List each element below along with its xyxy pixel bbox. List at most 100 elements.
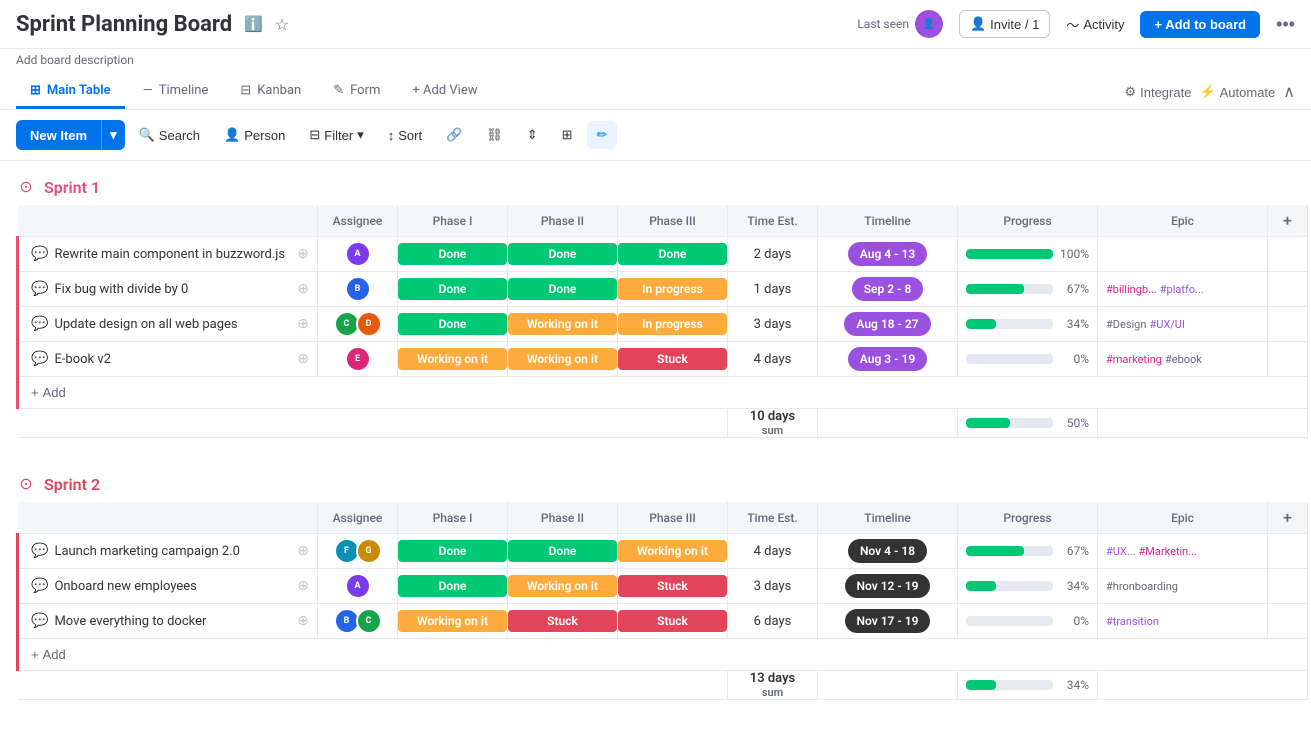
star-icon[interactable]: ☆ — [275, 15, 289, 34]
phase1-cell[interactable]: Done — [398, 569, 508, 604]
row-add-icon[interactable]: ⊕ — [297, 281, 309, 297]
row-comment-icon[interactable]: 💬 — [31, 316, 48, 332]
timeline-cell[interactable]: Nov 4 - 18 — [818, 534, 958, 569]
row-add-col[interactable] — [1268, 342, 1308, 377]
phase3-cell[interactable]: Stuck — [618, 342, 728, 377]
epic-tag[interactable]: #billingb... — [1106, 283, 1157, 296]
copy-link-button[interactable]: ⛓ — [476, 121, 513, 149]
row-comment-icon[interactable]: 💬 — [31, 246, 48, 262]
timeline-cell[interactable]: Aug 4 - 13 — [818, 237, 958, 272]
new-item-dropdown-arrow[interactable]: ▾ — [101, 120, 125, 150]
row-add-icon[interactable]: ⊕ — [297, 613, 309, 629]
phase1-cell[interactable]: Done — [398, 237, 508, 272]
sort-button[interactable]: ↕ Sort — [378, 122, 432, 149]
person-filter-button[interactable]: 👤 Person — [214, 121, 295, 149]
sprint1-name[interactable]: Sprint 1 — [44, 178, 100, 197]
row-comment-icon[interactable]: 💬 — [31, 281, 48, 297]
assignee-cell: A — [318, 237, 397, 271]
phase3-cell[interactable]: In progress — [618, 272, 728, 307]
progress-bar-fill — [966, 680, 996, 690]
phase2-cell[interactable]: Done — [508, 272, 618, 307]
sprint2-add-button[interactable]: + Add — [31, 647, 66, 662]
epic-tag[interactable]: #marketing — [1106, 353, 1162, 366]
row-add-col[interactable] — [1268, 569, 1308, 604]
epic-tag[interactable]: #platfo... — [1160, 283, 1204, 296]
phase3-cell[interactable]: Stuck — [618, 569, 728, 604]
add-col-header[interactable]: + — [1268, 502, 1308, 534]
timeline-cell[interactable]: Nov 17 - 19 — [818, 604, 958, 639]
tab-add-view[interactable]: + Add View — [398, 75, 491, 109]
apps-button[interactable]: ⊞ — [552, 121, 583, 149]
phase1-cell[interactable]: Working on it — [398, 604, 508, 639]
phase1-cell[interactable]: Done — [398, 534, 508, 569]
collapse-button[interactable]: ∧ — [1283, 82, 1295, 102]
sprint1-add-button[interactable]: + Add — [31, 385, 66, 400]
row-add-icon[interactable]: ⊕ — [297, 351, 309, 367]
phase3-cell[interactable]: In progress — [618, 307, 728, 342]
epic-tag[interactable]: #UX/UI — [1149, 318, 1184, 331]
sprint1-header: ⊙ Sprint 1 — [0, 161, 1311, 205]
board-description[interactable]: Add board description — [0, 49, 1311, 71]
edit-button[interactable]: ✏ — [587, 121, 618, 149]
row-comment-icon[interactable]: 💬 — [31, 613, 48, 629]
row-add-icon[interactable]: ⊕ — [297, 543, 309, 559]
search-button[interactable]: 🔍 Search — [129, 121, 210, 149]
phase1-cell[interactable]: Done — [398, 272, 508, 307]
link-icon-button[interactable]: 🔗 — [436, 121, 472, 149]
sprint1-add-row: + Add — [18, 377, 1308, 409]
row-add-icon[interactable]: ⊕ — [297, 246, 309, 262]
tab-timeline[interactable]: — Timeline — [129, 75, 223, 109]
row-comment-icon[interactable]: 💬 — [31, 578, 48, 594]
phase1-cell[interactable]: Done — [398, 307, 508, 342]
tab-kanban[interactable]: ⊟ Kanban — [226, 75, 315, 109]
phase3-cell[interactable]: Working on it — [618, 534, 728, 569]
timeline-cell[interactable]: Aug 18 - 27 — [818, 307, 958, 342]
tab-main-table[interactable]: ⊞ Main Table — [16, 75, 125, 109]
phase1-cell[interactable]: Working on it — [398, 342, 508, 377]
tab-form[interactable]: ✎ Form — [319, 75, 394, 109]
phase2-col-header: Phase II — [508, 205, 618, 237]
timeline-cell[interactable]: Nov 12 - 19 — [818, 569, 958, 604]
new-item-button[interactable]: New Item ▾ — [16, 120, 125, 150]
phase3-cell[interactable]: Stuck — [618, 604, 728, 639]
row-add-col[interactable] — [1268, 534, 1308, 569]
epic-tag[interactable]: #hronboarding — [1106, 580, 1178, 593]
filter-button[interactable]: ⊟ Filter ▾ — [299, 121, 373, 149]
row-add-col[interactable] — [1268, 604, 1308, 639]
progress-pct: 0% — [1059, 614, 1089, 628]
row-comment-icon[interactable]: 💬 — [31, 543, 48, 559]
row-add-col[interactable] — [1268, 307, 1308, 342]
row-add-col[interactable] — [1268, 237, 1308, 272]
phase2-cell[interactable]: Working on it — [508, 342, 618, 377]
info-icon[interactable]: ℹ️ — [244, 15, 263, 33]
sprint1-toggle[interactable]: ⊙ — [16, 177, 36, 197]
sprint2-name[interactable]: Sprint 2 — [44, 475, 100, 494]
phase2-cell[interactable]: Done — [508, 534, 618, 569]
task-name: Fix bug with divide by 0 — [54, 282, 291, 297]
activity-button[interactable]: 〜 Activity — [1066, 15, 1124, 34]
row-height-button[interactable]: ⇕ — [517, 121, 548, 149]
epic-tag[interactable]: #Marketin... — [1139, 545, 1197, 558]
phase2-cell[interactable]: Stuck — [508, 604, 618, 639]
more-options-button[interactable]: ••• — [1276, 14, 1295, 35]
phase2-cell[interactable]: Working on it — [508, 307, 618, 342]
row-add-icon[interactable]: ⊕ — [297, 316, 309, 332]
epic-tag[interactable]: #Design — [1106, 318, 1146, 331]
timeline-cell[interactable]: Aug 3 - 19 — [818, 342, 958, 377]
epic-tag[interactable]: #ebook — [1165, 353, 1202, 366]
add-col-header[interactable]: + — [1268, 205, 1308, 237]
epic-tag[interactable]: #transition — [1106, 615, 1159, 628]
phase2-cell[interactable]: Working on it — [508, 569, 618, 604]
integrate-button[interactable]: ⚙ Integrate — [1124, 84, 1191, 100]
sprint2-toggle[interactable]: ⊙ — [16, 474, 36, 494]
row-add-icon[interactable]: ⊕ — [297, 578, 309, 594]
automate-button[interactable]: ⚡ Automate — [1199, 84, 1275, 100]
add-to-board-button[interactable]: + Add to board — [1140, 11, 1260, 38]
phase3-cell[interactable]: Done — [618, 237, 728, 272]
phase2-cell[interactable]: Done — [508, 237, 618, 272]
row-comment-icon[interactable]: 💬 — [31, 351, 48, 367]
row-add-col[interactable] — [1268, 272, 1308, 307]
timeline-cell[interactable]: Sep 2 - 8 — [818, 272, 958, 307]
invite-button[interactable]: 👤 Invite / 1 — [959, 10, 1050, 38]
epic-tag[interactable]: #UX... — [1106, 545, 1136, 558]
